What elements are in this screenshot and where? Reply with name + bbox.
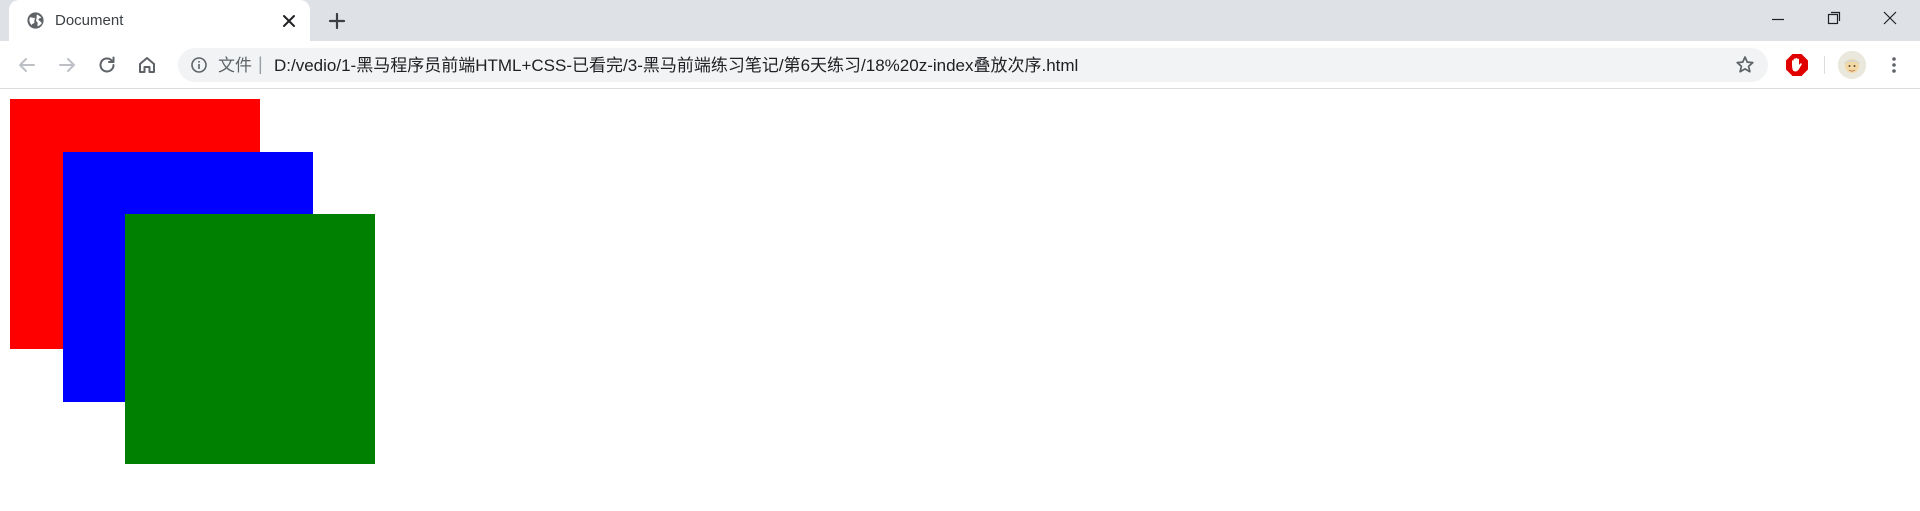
- back-button[interactable]: [15, 53, 39, 77]
- close-icon: [1883, 11, 1897, 25]
- address-bar[interactable]: 文件 | D:/vedio/1-黑马程序员前端HTML+CSS-已看完/3-黑马…: [178, 48, 1768, 82]
- url-text[interactable]: D:/vedio/1-黑马程序员前端HTML+CSS-已看完/3-黑马前端练习笔…: [274, 56, 1078, 75]
- tab-title: Document: [55, 12, 124, 29]
- new-tab-button[interactable]: [326, 10, 348, 32]
- profile-avatar-icon: [1838, 51, 1866, 79]
- minimize-icon: [1772, 18, 1784, 21]
- minimize-button[interactable]: [1750, 0, 1806, 40]
- kebab-menu-icon[interactable]: [1882, 53, 1906, 77]
- home-button[interactable]: [135, 53, 159, 77]
- toolbar-divider: [1824, 56, 1825, 74]
- avatar[interactable]: [1838, 51, 1866, 79]
- page-viewport: [0, 89, 1920, 511]
- stop-hand-icon[interactable]: [1784, 52, 1810, 78]
- forward-button[interactable]: [55, 53, 79, 77]
- home-icon: [139, 57, 155, 73]
- green-box: [125, 214, 375, 464]
- restore-icon: [1827, 11, 1841, 25]
- plus-icon: [328, 12, 346, 30]
- reload-button[interactable]: [95, 53, 119, 77]
- close-icon[interactable]: [279, 11, 299, 31]
- reload-icon: [99, 56, 115, 73]
- url-scheme-label: 文件: [218, 56, 252, 75]
- arrow-right-icon: [59, 58, 75, 72]
- star-icon[interactable]: [1734, 54, 1756, 76]
- arrow-left-icon: [19, 58, 35, 72]
- globe-icon: [26, 11, 45, 30]
- tab-strip: Document: [0, 0, 1920, 41]
- window-close-button[interactable]: [1862, 0, 1918, 40]
- browser-toolbar: 文件 | D:/vedio/1-黑马程序员前端HTML+CSS-已看完/3-黑马…: [0, 41, 1920, 89]
- info-icon[interactable]: [190, 56, 208, 74]
- url-separator: |: [258, 54, 263, 74]
- tab-document[interactable]: Document: [9, 0, 310, 41]
- restore-button[interactable]: [1806, 0, 1862, 40]
